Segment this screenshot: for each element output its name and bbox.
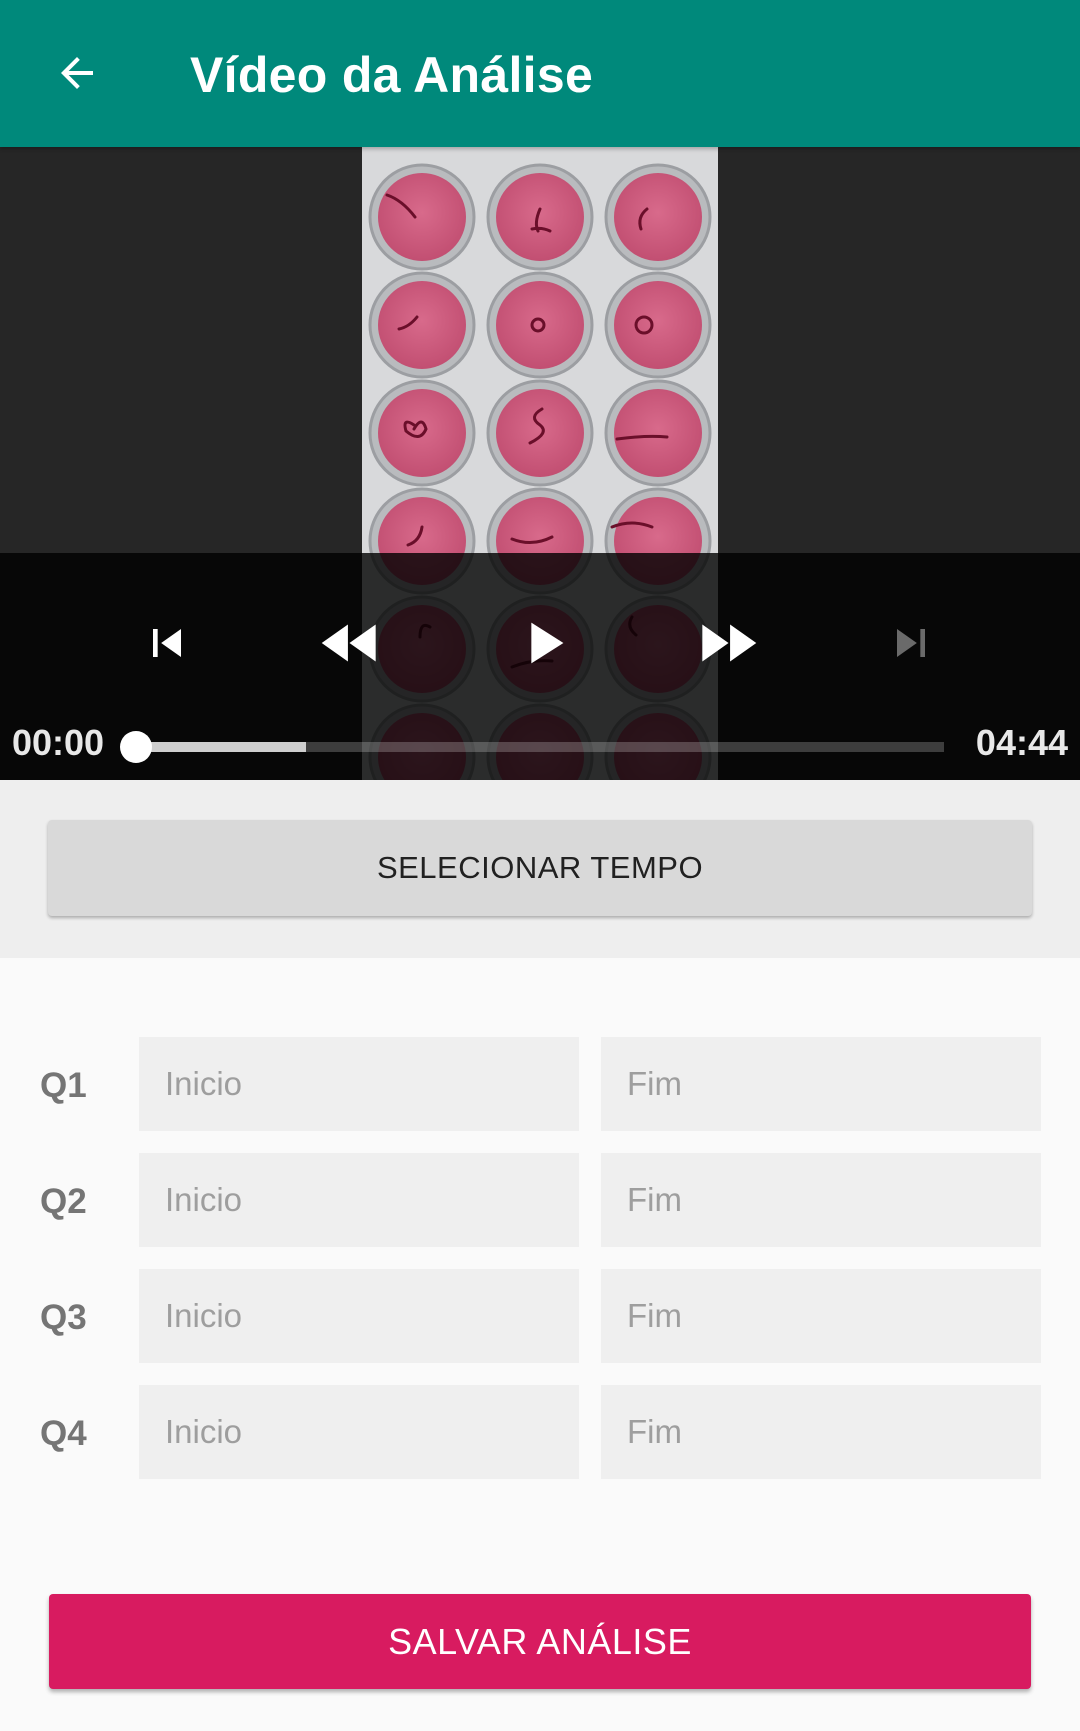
q2-end-input[interactable] [601, 1153, 1041, 1247]
seek-buffered [136, 742, 306, 752]
rewind-icon [321, 624, 376, 662]
well [614, 173, 702, 261]
seek-thumb[interactable] [120, 731, 152, 763]
quadrant-label: Q3 [40, 1298, 87, 1337]
select-time-button[interactable]: SELECIONAR TEMPO [48, 820, 1032, 916]
q4-end-input[interactable] [601, 1385, 1041, 1479]
back-button[interactable] [40, 36, 114, 110]
fast-forward-button[interactable] [682, 603, 772, 683]
select-time-area: SELECIONAR TEMPO [0, 780, 1080, 958]
app-bar: Vídeo da Análise [0, 0, 1080, 147]
current-time: 00:00 [12, 722, 105, 763]
q4-start-input[interactable] [139, 1385, 579, 1479]
well [378, 281, 466, 369]
quadrant-label: Q1 [40, 1066, 87, 1105]
quadrant-label: Q2 [40, 1182, 87, 1221]
well [496, 173, 584, 261]
q1-end-input[interactable] [601, 1037, 1041, 1131]
well [378, 173, 466, 261]
well [614, 281, 702, 369]
q1-start-input[interactable] [139, 1037, 579, 1131]
fast-forward-icon [702, 624, 757, 662]
quadrant-label: Q4 [40, 1414, 87, 1453]
well [614, 389, 702, 477]
video-player[interactable]: 00:00 04:44 [0, 147, 1080, 780]
skip-next-button[interactable] [866, 603, 956, 683]
skip-previous-button[interactable] [122, 603, 212, 683]
play-icon [531, 622, 564, 664]
q3-start-input[interactable] [139, 1269, 579, 1363]
arrow-left-icon [61, 57, 93, 89]
save-analysis-button[interactable]: SALVAR ANÁLISE [49, 1594, 1031, 1689]
skip-next-icon [897, 629, 925, 657]
rewind-button[interactable] [306, 603, 396, 683]
page-title: Vídeo da Análise [190, 47, 594, 103]
q3-end-input[interactable] [601, 1269, 1041, 1363]
duration-time: 04:44 [975, 722, 1068, 763]
skip-previous-icon [153, 629, 181, 657]
well [496, 281, 584, 369]
well [496, 389, 584, 477]
q2-start-input[interactable] [139, 1153, 579, 1247]
seek-bar[interactable] [136, 742, 944, 752]
play-button[interactable] [498, 603, 588, 683]
